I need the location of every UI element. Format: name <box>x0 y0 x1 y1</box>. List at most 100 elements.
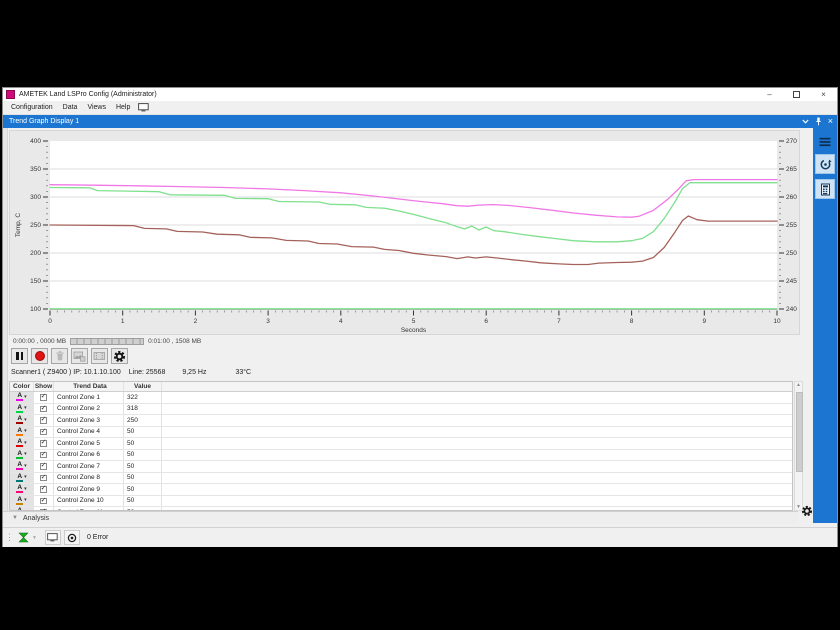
grip-handle[interactable]: ⋮ <box>5 532 14 543</box>
pin-icon[interactable] <box>815 117 822 126</box>
row-show-cell: ✓ <box>34 404 54 415</box>
table-row[interactable]: A▾✓Control Zone 1322 <box>10 392 792 404</box>
row-color-button[interactable]: A▾ <box>10 427 34 438</box>
color-swatch-a: A <box>16 405 23 413</box>
chevron-down-icon[interactable] <box>802 119 809 124</box>
scanner-rate-label: 9,25 Hz <box>182 369 206 376</box>
row-color-button[interactable]: A▾ <box>10 392 34 403</box>
col-value[interactable]: Value <box>124 382 162 391</box>
panel-menu-button[interactable] <box>816 135 834 149</box>
record-button[interactable] <box>31 348 48 364</box>
table-row[interactable]: A▾✓Control Zone 1050 <box>10 496 792 508</box>
menu-views[interactable]: Views <box>82 104 111 111</box>
document-tab-bar[interactable]: Trend Graph Display 1 × <box>3 115 837 128</box>
trend-value-cell: 50 <box>124 427 162 438</box>
color-dropdown-icon: ▾ <box>24 418 27 423</box>
timeline-progress-bar[interactable] <box>70 338 144 345</box>
row-show-cell: ✓ <box>34 415 54 426</box>
left-axis-tick-label: 250 <box>30 222 41 229</box>
table-row[interactable]: A▾✓Control Zone 750 <box>10 461 792 473</box>
close-button[interactable]: × <box>810 88 837 101</box>
table-view-button[interactable] <box>815 179 835 199</box>
menu-configuration[interactable]: Configuration <box>6 104 58 111</box>
show-checkbox[interactable]: ✓ <box>40 429 47 436</box>
scrollbar-thumb[interactable] <box>796 392 803 472</box>
scroll-up-icon[interactable]: ▲ <box>795 382 802 388</box>
menu-help[interactable]: Help <box>111 104 135 111</box>
show-checkbox[interactable]: ✓ <box>40 394 47 401</box>
connection-status-button[interactable] <box>18 532 29 543</box>
doc-tab-title: Trend Graph Display 1 <box>9 118 79 125</box>
col-trend-data[interactable]: Trend Data <box>54 382 124 391</box>
show-checkbox[interactable]: ✓ <box>40 440 47 447</box>
show-checkbox[interactable]: ✓ <box>40 406 47 413</box>
close-icon[interactable]: × <box>828 117 833 126</box>
show-checkbox[interactable]: ✓ <box>40 475 47 482</box>
show-checkbox[interactable]: ✓ <box>40 417 47 424</box>
monitor-status-button[interactable] <box>45 530 61 545</box>
menu-bar: ConfigurationDataViewsHelp <box>3 101 837 115</box>
delete-button <box>51 348 68 364</box>
error-count-label: 0 Error <box>87 534 108 541</box>
color-swatch-a: A <box>16 497 23 505</box>
scanner-line-label: Line: 25568 <box>129 369 166 376</box>
x-axis-title: Seconds <box>401 327 427 334</box>
col-show[interactable]: Show <box>34 382 54 391</box>
row-spacer <box>162 496 792 507</box>
trend-name-cell: Control Zone 7 <box>54 461 124 472</box>
left-axis-tick-label: 400 <box>30 138 41 145</box>
trend-value-cell: 50 <box>124 438 162 449</box>
trend-name-cell: Control Zone 6 <box>54 450 124 461</box>
left-splitter[interactable] <box>3 128 8 523</box>
analysis-section-header[interactable]: ▼ Analysis <box>3 511 798 524</box>
settings-button[interactable] <box>111 348 128 364</box>
menu-data[interactable]: Data <box>58 104 83 111</box>
table-scrollbar[interactable]: ▲ ▼ <box>794 381 803 511</box>
status-dropdown-icon[interactable]: ▼ <box>32 535 37 541</box>
row-color-button[interactable]: A▾ <box>10 461 34 472</box>
row-color-button[interactable]: A▾ <box>10 484 34 495</box>
color-swatch-a: A <box>16 428 23 436</box>
record-status-button[interactable] <box>64 530 80 545</box>
table-settings-button[interactable] <box>800 504 813 517</box>
doc-controls: × <box>802 115 833 128</box>
col-color[interactable]: Color <box>10 382 34 391</box>
auto-scale-button[interactable] <box>815 154 835 174</box>
table-row[interactable]: A▾✓Control Zone 950 <box>10 484 792 496</box>
row-show-cell: ✓ <box>34 473 54 484</box>
table-row[interactable]: A▾✓Control Zone 450 <box>10 427 792 439</box>
table-row[interactable]: A▾✓Control Zone 650 <box>10 450 792 462</box>
row-color-button[interactable]: A▾ <box>10 415 34 426</box>
record-icon <box>35 351 45 361</box>
right-axis-tick-label: 245 <box>786 278 797 285</box>
row-color-button[interactable]: A▾ <box>10 496 34 507</box>
table-row[interactable]: A▾✓Control Zone 850 <box>10 473 792 485</box>
pause-button[interactable] <box>11 348 28 364</box>
show-checkbox[interactable]: ✓ <box>40 486 47 493</box>
table-row[interactable]: A▾✓Control Zone 3250 <box>10 415 792 427</box>
row-color-button[interactable]: A▾ <box>10 450 34 461</box>
trash-icon <box>54 350 66 362</box>
row-color-button[interactable]: A▾ <box>10 438 34 449</box>
scanner-status-line: Scanner1 ( Z9400 ) IP: 10.1.10.100 Line:… <box>11 369 251 376</box>
show-checkbox[interactable]: ✓ <box>40 463 47 470</box>
x-axis-tick-label: 5 <box>412 318 416 325</box>
trend-value-cell: 50 <box>124 484 162 495</box>
trend-value-cell: 322 <box>124 392 162 403</box>
table-row[interactable]: A▾✓Control Zone 2318 <box>10 404 792 416</box>
minimize-button[interactable]: – <box>756 88 783 101</box>
row-color-button[interactable]: A▾ <box>10 473 34 484</box>
x-axis-tick-label: 0 <box>48 318 52 325</box>
table-row[interactable]: A▾✓Control Zone 550 <box>10 438 792 450</box>
trend-name-cell: Control Zone 8 <box>54 473 124 484</box>
show-checkbox[interactable]: ✓ <box>40 452 47 459</box>
app-window: AMETEK Land LSPro Config (Administrator)… <box>2 87 838 547</box>
show-checkbox[interactable]: ✓ <box>40 498 47 505</box>
maximize-button[interactable] <box>783 88 810 101</box>
row-show-cell: ✓ <box>34 438 54 449</box>
timeline-start-label: 0:00:00 , 0000 MB <box>13 338 66 345</box>
display-monitor-icon[interactable] <box>138 103 149 112</box>
row-color-button[interactable]: A▾ <box>10 404 34 415</box>
gear-icon <box>801 505 813 517</box>
main-content: 1001502002503003504002402452502552602652… <box>3 128 837 523</box>
